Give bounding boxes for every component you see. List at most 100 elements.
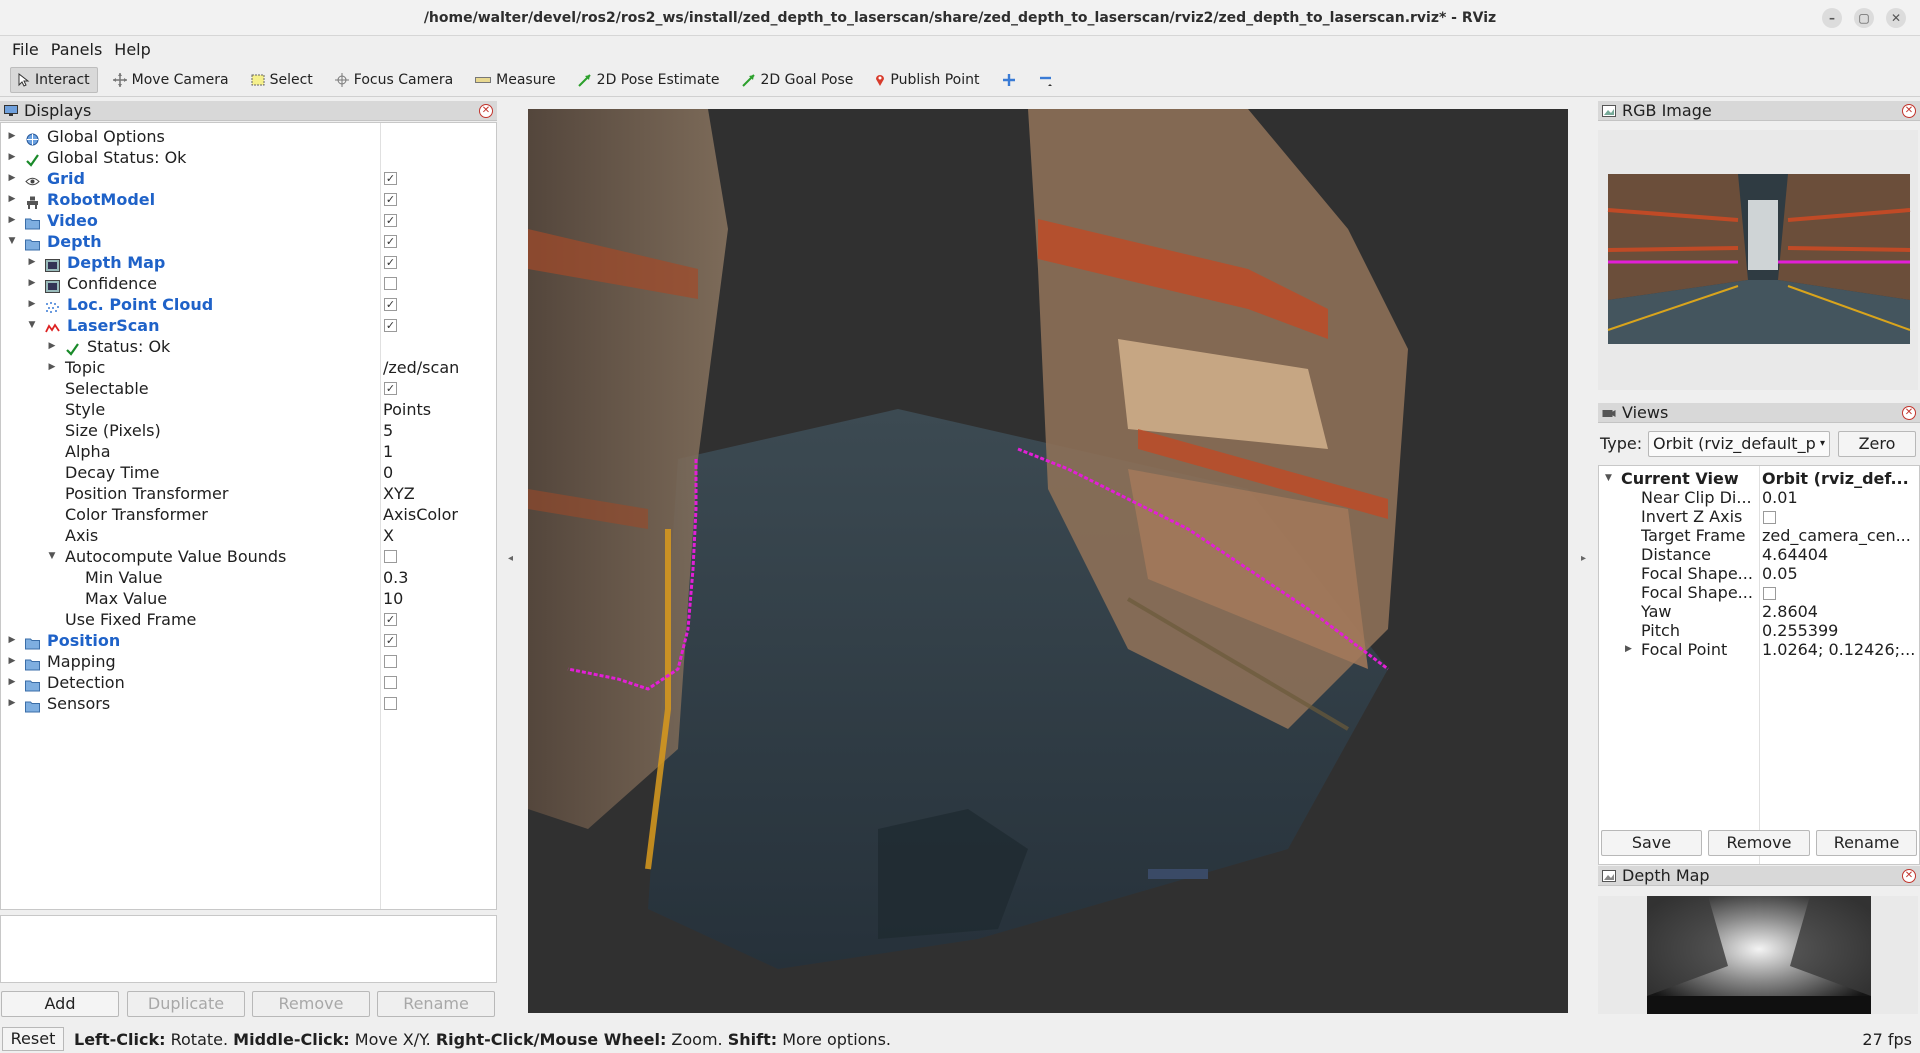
display-enable-checkbox[interactable]: ✓ — [384, 214, 397, 227]
goal-pose-tool-button[interactable]: 2D Goal Pose — [735, 67, 861, 93]
collapse-arrow-icon[interactable]: ▼ — [7, 231, 17, 252]
expand-arrow-icon[interactable]: ▶ — [7, 672, 17, 693]
view-prop-row[interactable]: Target Frame zed_camera_cen... — [1599, 526, 1919, 545]
expand-arrow-icon[interactable]: ▶ — [7, 693, 17, 714]
display-enable-checkbox[interactable] — [384, 676, 397, 689]
menu-file[interactable]: File — [6, 40, 45, 59]
display-row-autocompute-value-bounds[interactable]: ▼ Autocompute Value Bounds — [1, 546, 496, 567]
display-row-value[interactable]: 5 — [383, 420, 393, 441]
close-rgb-image-icon[interactable]: ✕ — [1902, 104, 1916, 118]
display-enable-checkbox[interactable]: ✓ — [384, 319, 397, 332]
right-splitter-handle[interactable]: ▸ — [1581, 553, 1586, 564]
expand-arrow-icon[interactable]: ▶ — [7, 168, 17, 189]
add-display-button[interactable]: Add — [1, 991, 119, 1017]
view-prop-checkbox[interactable] — [1763, 587, 1776, 600]
expand-arrow-icon[interactable]: ▶ — [1625, 640, 1632, 659]
display-enable-checkbox[interactable]: ✓ — [384, 193, 397, 206]
view-prop-row[interactable]: Focal Shape... 0.05 — [1599, 564, 1919, 583]
display-row-video[interactable]: ▶ Video ✓ — [1, 210, 496, 231]
view-prop-value[interactable]: 0.05 — [1762, 564, 1918, 583]
view-prop-value[interactable]: 4.64404 — [1762, 545, 1918, 564]
display-row-value[interactable]: Points — [383, 399, 431, 420]
display-row-global-status-ok[interactable]: ▶ Global Status: Ok — [1, 147, 496, 168]
view-prop-value[interactable]: 0.255399 — [1762, 621, 1918, 640]
add-tool-button[interactable] — [995, 67, 1023, 93]
render-3d-view[interactable] — [528, 109, 1568, 1013]
view-type-select[interactable]: Orbit (rviz_default_p ▾ — [1648, 431, 1830, 457]
view-prop-value[interactable]: 0.01 — [1762, 488, 1918, 507]
close-displays-icon[interactable]: ✕ — [479, 104, 493, 118]
display-row-grid[interactable]: ▶ Grid ✓ — [1, 168, 496, 189]
menu-help[interactable]: Help — [108, 40, 156, 59]
expand-arrow-icon[interactable]: ▶ — [7, 210, 17, 231]
view-prop-value[interactable]: 1.0264; 0.12426;... — [1762, 640, 1918, 659]
view-prop-row[interactable]: Yaw 2.8604 — [1599, 602, 1919, 621]
pose-estimate-tool-button[interactable]: 2D Pose Estimate — [571, 67, 727, 93]
display-row-value[interactable]: 10 — [383, 588, 403, 609]
view-prop-row[interactable]: Focal Shape... — [1599, 583, 1919, 602]
display-row-value[interactable]: AxisColor — [383, 504, 458, 525]
left-splitter-handle[interactable]: ◂ — [508, 553, 513, 564]
close-window-icon[interactable]: ✕ — [1886, 8, 1906, 28]
display-row-mapping[interactable]: ▶ Mapping — [1, 651, 496, 672]
display-row-status-ok[interactable]: ▶ Status: Ok — [1, 336, 496, 357]
display-row-global-options[interactable]: ▶ Global Options — [1, 126, 496, 147]
menu-panels[interactable]: Panels — [45, 40, 109, 59]
expand-arrow-icon[interactable]: ▶ — [7, 147, 17, 168]
display-row-value[interactable]: /zed/scan — [383, 357, 459, 378]
display-row-value[interactable]: 0.3 — [383, 567, 408, 588]
zero-view-button[interactable]: Zero — [1838, 431, 1916, 457]
display-row-style[interactable]: Style Points — [1, 399, 496, 420]
view-prop-value[interactable]: zed_camera_cen... — [1762, 526, 1918, 545]
display-row-min-value[interactable]: Min Value 0.3 — [1, 567, 496, 588]
move-camera-tool-button[interactable]: Move Camera — [106, 67, 236, 93]
expand-arrow-icon[interactable]: ▶ — [7, 126, 17, 147]
expand-arrow-icon[interactable]: ▶ — [27, 252, 37, 273]
rename-display-button[interactable]: Rename — [377, 991, 495, 1017]
publish-point-tool-button[interactable]: Publish Point — [868, 67, 986, 93]
display-row-position[interactable]: ▶ Position ✓ — [1, 630, 496, 651]
display-row-position-transformer[interactable]: Position Transformer XYZ — [1, 483, 496, 504]
collapse-arrow-icon[interactable]: ▼ — [27, 315, 37, 336]
expand-arrow-icon[interactable]: ▼ — [1605, 469, 1612, 488]
focus-camera-tool-button[interactable]: Focus Camera — [328, 67, 460, 93]
display-row-value[interactable]: X — [383, 525, 394, 546]
display-row-use-fixed-frame[interactable]: Use Fixed Frame ✓ — [1, 609, 496, 630]
save-view-button[interactable]: Save — [1601, 830, 1702, 856]
view-prop-row[interactable]: Pitch 0.255399 — [1599, 621, 1919, 640]
display-row-laserscan[interactable]: ▼ LaserScan ✓ — [1, 315, 496, 336]
display-enable-checkbox[interactable]: ✓ — [384, 298, 397, 311]
display-row-value[interactable]: XYZ — [383, 483, 415, 504]
rename-view-button[interactable]: Rename — [1816, 830, 1917, 856]
display-row-depth-map[interactable]: ▶ Depth Map ✓ — [1, 252, 496, 273]
remove-tool-button[interactable] — [1031, 67, 1061, 93]
display-enable-checkbox[interactable]: ✓ — [384, 382, 397, 395]
view-prop-row[interactable]: Invert Z Axis — [1599, 507, 1919, 526]
view-prop-row[interactable]: Distance 4.64404 — [1599, 545, 1919, 564]
expand-arrow-icon[interactable]: ▶ — [47, 357, 57, 378]
minimize-icon[interactable]: – — [1822, 8, 1842, 28]
view-prop-value[interactable]: 2.8604 — [1762, 602, 1918, 621]
display-enable-checkbox[interactable]: ✓ — [384, 613, 397, 626]
expand-arrow-icon[interactable]: ▶ — [27, 294, 37, 315]
display-row-topic[interactable]: ▶ Topic/zed/scan — [1, 357, 496, 378]
expand-arrow-icon[interactable]: ▶ — [7, 630, 17, 651]
expand-arrow-icon[interactable]: ▶ — [7, 189, 17, 210]
close-views-icon[interactable]: ✕ — [1902, 406, 1916, 420]
display-row-max-value[interactable]: Max Value 10 — [1, 588, 496, 609]
display-row-confidence[interactable]: ▶ Confidence — [1, 273, 496, 294]
view-prop-row[interactable]: ▶ Focal Point 1.0264; 0.12426;... — [1599, 640, 1919, 659]
display-row-detection[interactable]: ▶ Detection — [1, 672, 496, 693]
expand-arrow-icon[interactable]: ▶ — [27, 273, 37, 294]
maximize-icon[interactable]: ▢ — [1854, 8, 1874, 28]
display-row-value[interactable]: 1 — [383, 441, 393, 462]
display-row-loc-point-cloud[interactable]: ▶ Loc. Point Cloud ✓ — [1, 294, 496, 315]
display-enable-checkbox[interactable]: ✓ — [384, 172, 397, 185]
display-enable-checkbox[interactable]: ✓ — [384, 634, 397, 647]
display-row-value[interactable]: 0 — [383, 462, 393, 483]
view-prop-row[interactable]: Near Clip Di... 0.01 — [1599, 488, 1919, 507]
collapse-arrow-icon[interactable]: ▼ — [47, 546, 57, 567]
display-enable-checkbox[interactable] — [384, 550, 397, 563]
display-row-selectable[interactable]: Selectable ✓ — [1, 378, 496, 399]
display-row-depth[interactable]: ▼ Depth ✓ — [1, 231, 496, 252]
